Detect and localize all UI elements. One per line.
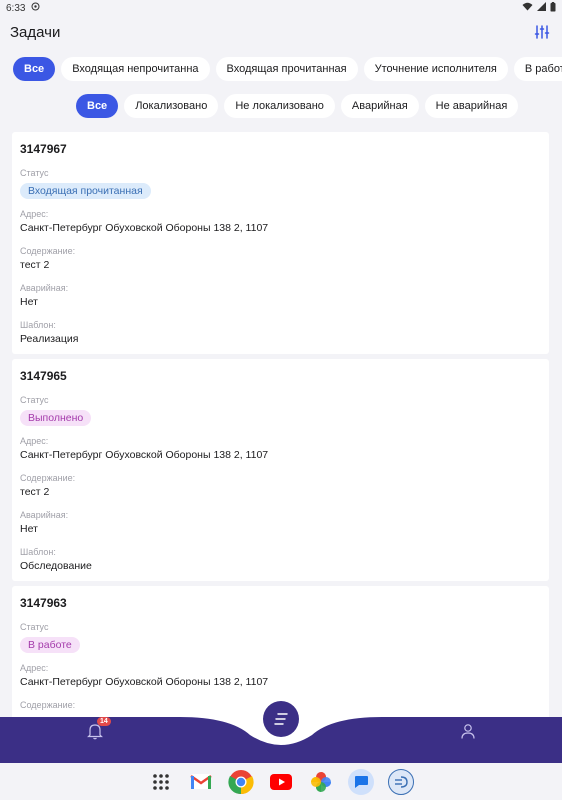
status-filter-chip-clarification[interactable]: Уточнение исполнителя (363, 57, 508, 81)
chrome-icon[interactable] (228, 769, 254, 795)
youtube-icon[interactable] (268, 769, 294, 795)
system-dock (0, 763, 562, 800)
system-notification-icon (31, 2, 40, 14)
address-label: Адрес: (20, 436, 49, 446)
type-filter-chip-not-emergency[interactable]: Не аварийная (424, 94, 519, 118)
task-list: 3147967 Статус Входящая прочитанная Адре… (12, 132, 549, 800)
task-number: 3147963 (20, 596, 67, 610)
task-card[interactable]: 3147965 Статус Выполнено Адрес: Санкт-Пе… (12, 359, 549, 581)
photos-icon[interactable] (308, 769, 334, 795)
status-filter-chip-read[interactable]: Входящая прочитанная (215, 57, 358, 81)
emergency-value: Нет (20, 523, 38, 535)
content-value: тест 2 (20, 486, 50, 498)
type-filter-chip-emergency[interactable]: Аварийная (340, 94, 419, 118)
type-filter-chip-localized[interactable]: Локализовано (124, 94, 219, 118)
app-icon[interactable] (388, 768, 414, 795)
emergency-label: Аварийная: (20, 283, 69, 293)
status-badge: В работе (20, 637, 80, 653)
address-label: Адрес: (20, 663, 49, 673)
type-filter-chip-not-localized[interactable]: Не локализовано (224, 94, 335, 118)
task-number: 3147965 (20, 369, 67, 383)
content-value: тест 2 (20, 259, 50, 271)
address-value: Санкт-Петербург Обуховской Обороны 138 2… (20, 449, 269, 461)
template-label: Шаблон: (20, 320, 56, 330)
address-value: Санкт-Петербург Обуховской Обороны 138 2… (20, 222, 269, 234)
content-label: Содержание: (20, 473, 76, 483)
address-label: Адрес: (20, 209, 49, 219)
messages-icon[interactable] (348, 768, 374, 795)
status-label: Статус (20, 622, 49, 632)
status-filter-chip-all[interactable]: Все (13, 57, 56, 81)
type-filter-row: Все Локализовано Не локализовано Аварийн… (0, 94, 562, 118)
menu-icon (274, 713, 288, 725)
task-number: 3147967 (20, 142, 67, 156)
content-label: Содержание: (20, 246, 76, 256)
signal-icon (537, 2, 546, 14)
type-filter-chip-all[interactable]: Все (76, 94, 119, 118)
status-badge: Выполнено (20, 410, 92, 426)
person-icon (461, 724, 475, 739)
page-title: Задачи (10, 23, 61, 41)
status-badge: Входящая прочитанная (20, 183, 151, 199)
address-value: Санкт-Петербург Обуховской Обороны 138 2… (20, 676, 269, 688)
template-label: Шаблон: (20, 547, 56, 557)
apps-grid-icon[interactable] (148, 769, 174, 795)
clock: 6:33 (6, 2, 26, 14)
profile-button[interactable] (459, 722, 477, 740)
filter-settings-button[interactable] (532, 22, 552, 42)
status-filter-chip-in-progress[interactable]: В работе (513, 57, 562, 81)
emergency-label: Аварийная: (20, 510, 69, 520)
emergency-value: Нет (20, 296, 38, 308)
notification-count-badge: 14 (97, 717, 111, 726)
status-label: Статус (20, 395, 49, 405)
app-bar: Задачи (0, 16, 562, 48)
task-card[interactable]: 3147967 Статус Входящая прочитанная Адре… (12, 132, 549, 354)
wifi-icon (522, 2, 533, 14)
gmail-icon[interactable] (188, 769, 214, 795)
status-filter-chip-unread[interactable]: Входящая непрочитанна (61, 57, 210, 81)
status-filter-row: Все Входящая непрочитанна Входящая прочи… (0, 57, 562, 81)
template-value: Обследование (20, 560, 92, 572)
main-menu-button[interactable] (263, 701, 299, 737)
template-value: Реализация (20, 333, 79, 345)
battery-icon (550, 1, 556, 15)
system-status-bar: 6:33 (0, 0, 562, 16)
sliders-icon (534, 25, 550, 39)
status-label: Статус (20, 168, 49, 178)
